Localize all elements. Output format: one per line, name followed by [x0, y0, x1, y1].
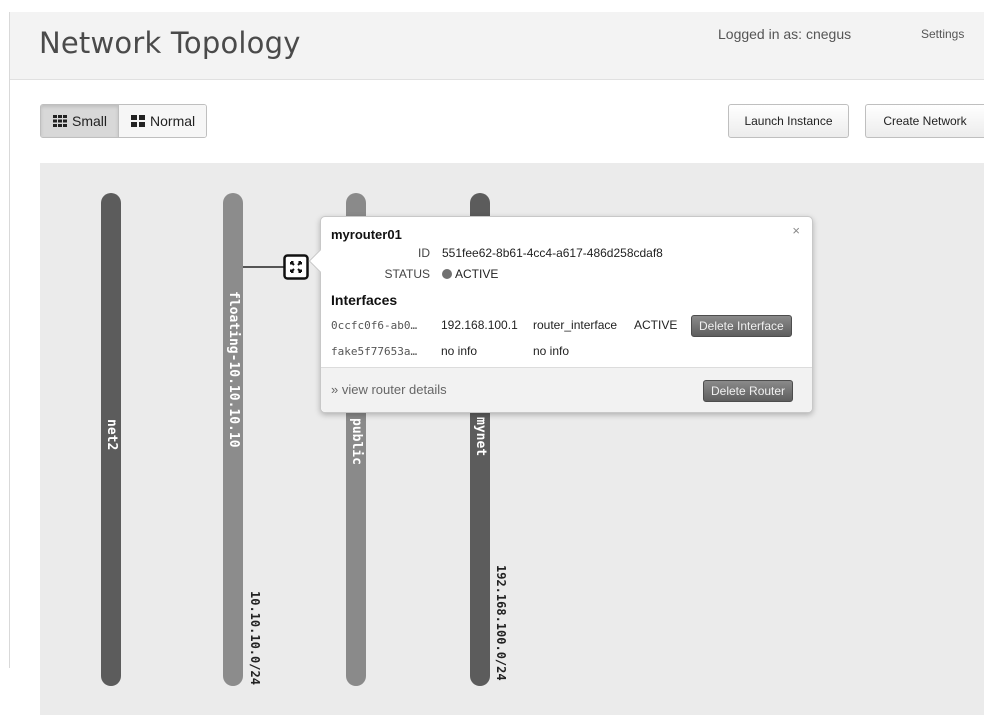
id-label: ID: [418, 246, 430, 260]
interface-type: router_interface: [533, 318, 618, 332]
interface-id[interactable]: 0ccfc0f6-ab0…: [331, 319, 417, 332]
router-icon[interactable]: [283, 254, 309, 280]
network-cidr-mynet: 192.168.100.0/24: [494, 565, 508, 681]
router-status-value: ACTIVE: [455, 267, 499, 281]
interfaces-title: Interfaces: [331, 292, 398, 308]
logged-in-label: Logged in as: cnegus: [718, 26, 852, 42]
router-popup: × myrouter01 ID 551fee62-8b61-4cc4-a617-…: [308, 216, 813, 413]
router-status: ACTIVE: [442, 267, 498, 281]
grid-small-icon: [53, 115, 67, 127]
status-label: STATUS: [384, 267, 430, 281]
network-label-mynet: mynet: [473, 417, 488, 457]
router-name: myrouter01: [331, 227, 402, 242]
delete-interface-button[interactable]: Delete Interface: [691, 315, 792, 337]
small-view-label: Small: [72, 113, 108, 129]
small-view-button[interactable]: Small: [41, 105, 119, 137]
view-size-toggle: Small Normal: [40, 104, 208, 138]
interface-ip: no info: [441, 344, 478, 358]
normal-view-button[interactable]: Normal: [118, 105, 207, 137]
left-border: [9, 12, 10, 668]
interface-ip: 192.168.100.1: [441, 318, 518, 332]
grid-large-icon: [131, 115, 146, 127]
normal-view-label: Normal: [150, 113, 196, 129]
network-cidr-floating: 10.10.10.0/24: [248, 591, 262, 685]
page-title: Network Topology: [39, 26, 301, 60]
view-router-details-link[interactable]: » view router details: [331, 382, 447, 397]
interface-id[interactable]: fake5f77653a…: [331, 345, 417, 358]
page-header: Network Topology Logged in as: cnegus Se…: [10, 12, 984, 80]
delete-router-button[interactable]: Delete Router: [703, 380, 794, 402]
network-label-floating: floating-10.10.10.10: [226, 291, 241, 448]
network-label-public: public: [349, 418, 364, 465]
launch-instance-button[interactable]: Launch Instance: [728, 104, 849, 138]
close-icon[interactable]: ×: [792, 223, 800, 238]
interface-status: ACTIVE: [634, 318, 678, 332]
network-label-net2: net2: [104, 419, 119, 451]
create-network-button[interactable]: Create Network: [865, 104, 984, 138]
interface-type: no info: [533, 344, 570, 358]
status-dot-icon: [442, 269, 452, 279]
settings-link[interactable]: Settings: [921, 27, 964, 41]
popup-footer: » view router details Delete Router: [321, 367, 812, 412]
router-id-value: 551fee62-8b61-4cc4-a617-486d258cdaf8: [442, 246, 663, 260]
